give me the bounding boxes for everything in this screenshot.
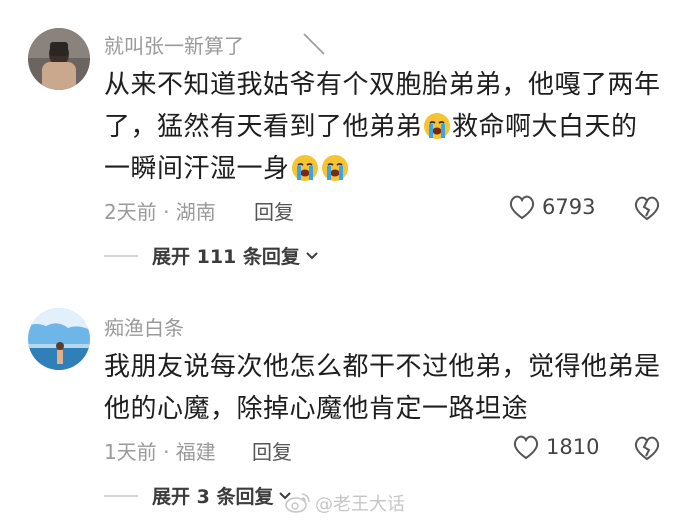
username[interactable]: 痴渔白条	[104, 312, 184, 341]
watermark: @老王大话	[285, 490, 405, 516]
weibo-logo-icon	[285, 493, 310, 513]
heart-icon	[513, 435, 539, 460]
user-avatar[interactable]	[28, 308, 90, 370]
expand-replies-label: 展开 3 条回复	[152, 486, 274, 508]
divider-line	[104, 494, 138, 497]
reply-button[interactable]: 回复	[252, 436, 292, 465]
comment-text: 我朋友说每次他怎么都干不过他弟，觉得他弟是他的心魔，除掉心魔他肯定一路坦途	[104, 352, 661, 424]
comment-2: 痴渔白条 我朋友说每次他怎么都干不过他弟，觉得他弟是他的心魔，除掉心魔他肯定一路…	[0, 0, 690, 522]
watermark-text: @老王大话	[315, 494, 405, 515]
like-count: 1810	[546, 435, 600, 459]
comment-meta: 1天前 · 福建	[104, 440, 216, 464]
like-button[interactable]: 1810	[512, 434, 599, 460]
broken-heart-icon[interactable]	[632, 434, 662, 462]
expand-replies[interactable]: 展开 3 条回复	[104, 482, 293, 509]
